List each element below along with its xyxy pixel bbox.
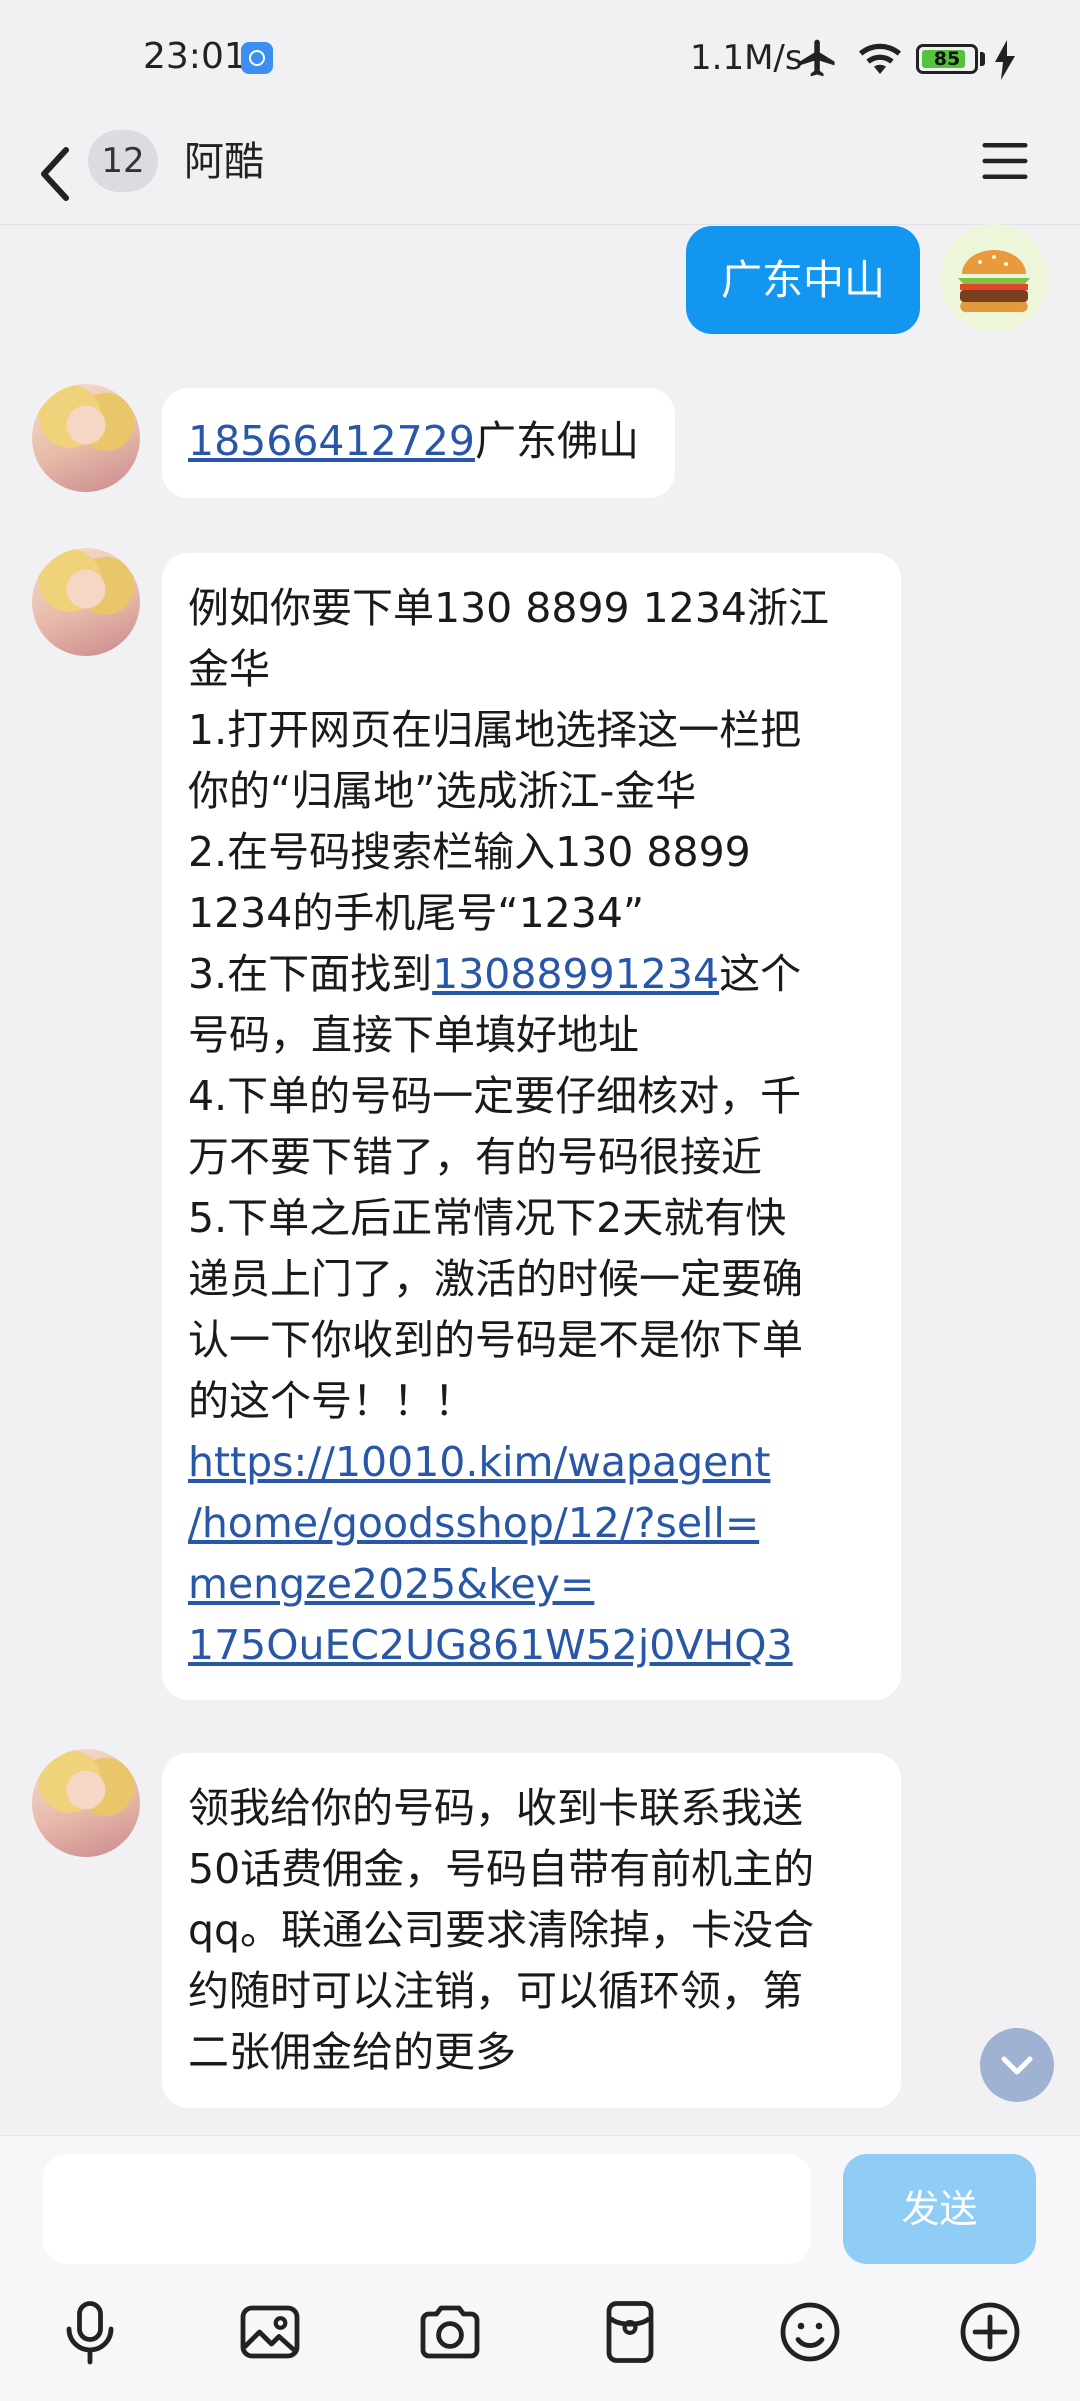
menu-icon[interactable] (978, 134, 1032, 188)
network-speed: 1.1M/s (690, 38, 803, 78)
input-area: 发送 (0, 2135, 1080, 2401)
message-line: 例如你要下单130 8899 1234浙江 (188, 584, 830, 632)
send-button[interactable]: 发送 (843, 2154, 1036, 2264)
battery-cap (980, 52, 985, 66)
phone-number-link[interactable]: 13088991234 (432, 950, 719, 998)
message-line: 二张佣金给的更多 (188, 2028, 516, 2076)
chat-header: 12 阿酷 (0, 120, 1080, 225)
back-arrow-icon[interactable] (36, 146, 76, 202)
contact-avatar[interactable] (32, 384, 140, 492)
incoming-message-bubble[interactable]: 例如你要下单130 8899 1234浙江 金华 1.打开网页在归属地选择这一栏… (162, 553, 901, 1700)
message-line: 递员上门了，激活的时候一定要确 (188, 1255, 803, 1303)
message-line: 1.打开网页在归属地选择这一栏把 (188, 706, 802, 754)
message-line: 3.在下面找到13088991234这个 (188, 944, 875, 1005)
chevron-down-icon (1001, 2056, 1033, 2075)
charging-bolt-icon (995, 40, 1015, 80)
message-line: 5.下单之后正常情况下2天就有快 (188, 1194, 787, 1242)
incoming-message-bubble[interactable]: 领我给你的号码，收到卡联系我送 50话费佣金，号码自带有前机主的 qq。联通公司… (162, 1753, 901, 2108)
scroll-to-bottom-button[interactable] (980, 2028, 1054, 2102)
message-line: 号码，直接下单填好地址 (188, 1011, 639, 1059)
message-text: 广东佛山 (474, 417, 639, 465)
message-line: 的这个号！！！ (188, 1377, 475, 1425)
message-line: 50话费佣金，号码自带有前机主的 (188, 1845, 815, 1893)
incoming-message-bubble[interactable]: 18566412729广东佛山 (162, 388, 675, 498)
camera-icon[interactable] (414, 2296, 486, 2368)
message-line: 万不要下错了，有的号码很接近 (188, 1133, 762, 1181)
message-line: 1234的手机尾号“1234” (188, 889, 645, 937)
wifi-icon (859, 43, 901, 74)
message-line: 2.在号码搜索栏输入130 8899 (188, 828, 751, 876)
phone-number-link[interactable]: 18566412729 (188, 417, 475, 465)
status-time: 23:01 (143, 36, 247, 77)
battery-level: 85 (933, 48, 961, 70)
message-line: 领我给你的号码，收到卡联系我送 (188, 1784, 803, 1832)
message-text: 广东中山 (721, 256, 885, 304)
url-link-line[interactable]: mengze2025&key= (188, 1554, 875, 1615)
message-line: 4.下单的号码一定要仔细核对，千 (188, 1072, 802, 1120)
outgoing-message-bubble[interactable]: 广东中山 (686, 226, 920, 334)
url-link-line[interactable]: https://10010.kim/wapagent (188, 1432, 875, 1493)
message-text: 这个 (719, 950, 802, 998)
message-input[interactable] (43, 2154, 811, 2264)
app-notification-icon (241, 42, 273, 74)
plus-icon[interactable] (954, 2296, 1026, 2368)
contact-avatar[interactable] (32, 548, 140, 656)
message-text: 3.在下面找到 (188, 950, 433, 998)
emoji-icon[interactable] (774, 2296, 846, 2368)
message-line: 约随时可以注销，可以循环领，第 (188, 1967, 803, 2015)
message-line: 你的“归属地”选成浙江-金华 (188, 767, 697, 815)
contact-avatar[interactable] (32, 1749, 140, 1857)
url-link-line[interactable]: /home/goodsshop/12/?sell= (188, 1493, 875, 1554)
battery-icon: 85 (916, 44, 978, 74)
contact-name[interactable]: 阿酷 (184, 134, 264, 190)
burger-avatar-icon (958, 250, 1030, 313)
airplane-mode-icon (799, 39, 835, 77)
message-line: 认一下你收到的号码是不是你下单 (188, 1316, 803, 1364)
message-line: 金华 (188, 645, 270, 693)
microphone-icon[interactable] (54, 2296, 126, 2368)
message-line: qq。联通公司要求清除掉，卡没合 (188, 1906, 815, 1954)
unread-count-badge[interactable]: 12 (88, 130, 158, 192)
my-avatar[interactable] (940, 224, 1048, 332)
status-bar: 23:01 1.1M/s 85 (0, 0, 1080, 120)
red-packet-icon[interactable] (594, 2296, 666, 2368)
image-icon[interactable] (234, 2296, 306, 2368)
url-link-line[interactable]: 175OuEC2UG861W52j0VHQ3 (188, 1615, 875, 1676)
